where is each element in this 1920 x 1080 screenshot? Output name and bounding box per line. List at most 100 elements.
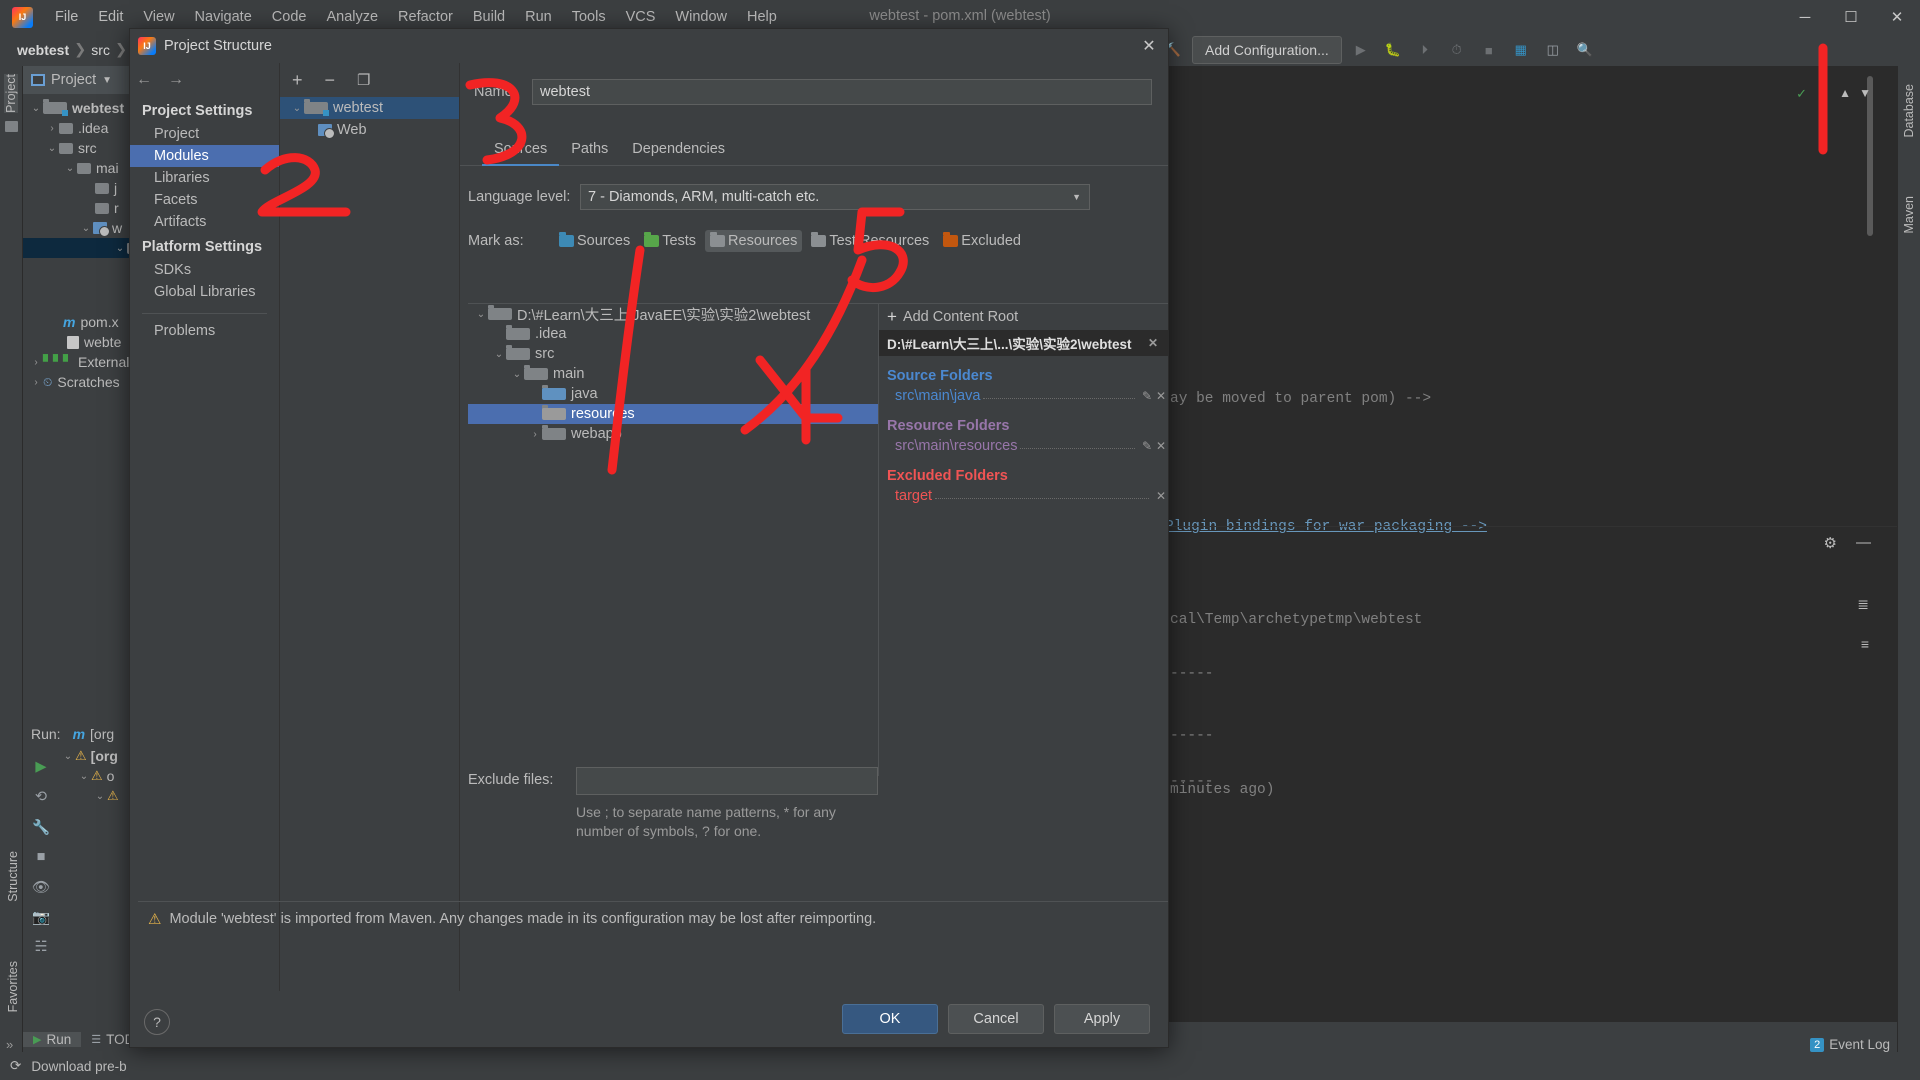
minimize-button[interactable]: ─ (1782, 0, 1828, 34)
excluded-folder-item[interactable]: target ✕ (879, 486, 1168, 506)
add-configuration-button[interactable]: Add Configuration... (1192, 36, 1342, 64)
maximize-button[interactable]: ☐ (1828, 0, 1874, 34)
strip-favorites[interactable]: Favorites (6, 961, 20, 1012)
apply-button[interactable]: Apply (1054, 1004, 1150, 1034)
chevron-down-icon[interactable]: ▼ (102, 75, 112, 86)
menu-build[interactable]: Build (463, 5, 515, 29)
resource-folder-item[interactable]: src\main\resources ✎ ✕ (879, 436, 1168, 456)
expand-arrow-icon[interactable]: › (528, 429, 542, 440)
event-log-button[interactable]: 2 Event Log (1810, 1037, 1890, 1052)
folder-icon[interactable] (5, 120, 18, 132)
expand-arrow-icon[interactable]: ⌄ (474, 309, 488, 320)
nav-item-facets[interactable]: Facets (130, 189, 279, 211)
content-root-path-row[interactable]: D:\#Learn\大三上\...\实验\实验2\webtest ✕ (879, 330, 1168, 356)
menu-edit[interactable]: Edit (88, 5, 133, 29)
run-icon[interactable]: ▶ (1348, 38, 1374, 62)
nav-item-sdks[interactable]: SDKs (130, 259, 279, 281)
console-minimize-icon[interactable]: — (1856, 534, 1871, 551)
coverage-icon[interactable]: ⏵ (1412, 38, 1438, 62)
console-scroll-icon[interactable]: ≡ (1861, 636, 1869, 652)
expand-arrow-icon[interactable]: › (29, 357, 43, 368)
cancel-button[interactable]: Cancel (948, 1004, 1044, 1034)
tab-dependencies[interactable]: Dependencies (620, 137, 737, 165)
menu-help[interactable]: Help (737, 5, 787, 29)
menu-run[interactable]: Run (515, 5, 562, 29)
console-settings-icon[interactable]: ⚙ (1824, 534, 1837, 552)
expand-strip-icon[interactable]: » (6, 1037, 13, 1052)
menu-navigate[interactable]: Navigate (185, 5, 262, 29)
menu-analyze[interactable]: Analyze (316, 5, 388, 29)
menu-refactor[interactable]: Refactor (388, 5, 463, 29)
database-icon[interactable]: ▦ (1508, 38, 1534, 62)
screenshot-icon[interactable]: 📷 (23, 902, 59, 932)
edit-pencil-icon[interactable]: ✎ (1140, 389, 1154, 403)
ok-button[interactable]: OK (842, 1004, 938, 1034)
folder-row-webapp[interactable]: › webapp (468, 424, 878, 444)
mark-as-test-resources-button[interactable]: Test Resources (806, 230, 934, 252)
copy-module-button[interactable]: ❐ (357, 71, 370, 89)
remove-module-button[interactable]: − (325, 70, 336, 91)
add-content-root-button[interactable]: + Add Content Root (879, 304, 1168, 330)
expand-arrow-icon[interactable]: ⌄ (29, 103, 43, 114)
remove-folder-icon[interactable]: ✕ (1154, 439, 1168, 453)
expand-arrow-icon[interactable]: › (29, 377, 43, 388)
rerun-icon[interactable]: ▶ (23, 752, 59, 782)
folder-row-java[interactable]: java (468, 384, 878, 404)
search-icon[interactable]: 🔍 (1572, 38, 1598, 62)
dialog-close-button[interactable]: ✕ (1136, 35, 1162, 57)
folder-row-src[interactable]: ⌄ src (468, 344, 878, 364)
folder-row-root[interactable]: ⌄ D:\#Learn\大三上\JavaEE\实验\实验2\webtest (468, 304, 878, 324)
edit-pencil-icon[interactable]: ✎ (1140, 439, 1154, 453)
nav-item-global-libraries[interactable]: Global Libraries (130, 281, 279, 303)
forward-arrow-icon[interactable]: → (168, 71, 184, 89)
expand-arrow-icon[interactable]: ⌄ (93, 791, 107, 802)
expand-arrow-icon[interactable]: ⌄ (492, 349, 506, 360)
content-folder-tree[interactable]: ⌄ D:\#Learn\大三上\JavaEE\实验\实验2\webtest .i… (468, 303, 878, 776)
menu-code[interactable]: Code (262, 5, 317, 29)
mark-as-excluded-button[interactable]: Excluded (938, 230, 1026, 252)
stop-icon[interactable]: ■ (1476, 38, 1502, 62)
exclude-files-input[interactable] (576, 767, 878, 796)
strip-project[interactable]: Project (4, 74, 18, 113)
mark-as-tests-button[interactable]: Tests (639, 230, 701, 252)
breadcrumb-webtest[interactable]: webtest (14, 42, 72, 58)
nav-item-libraries[interactable]: Libraries (130, 167, 279, 189)
layout-icon[interactable]: ◫ (1540, 38, 1566, 62)
rerun-failed-icon[interactable]: ⟲ (23, 782, 59, 812)
back-arrow-icon[interactable]: ← (136, 71, 152, 89)
folder-row-resources[interactable]: resources (468, 404, 878, 424)
next-problem-icon[interactable]: ▼ (1859, 86, 1871, 100)
source-folder-item[interactable]: src\main\java ✎ ✕ (879, 386, 1168, 406)
expand-arrow-icon[interactable]: ⌄ (79, 223, 93, 234)
folder-row-main[interactable]: ⌄ main (468, 364, 878, 384)
mark-as-resources-button[interactable]: Resources (705, 230, 803, 252)
mark-as-sources-button[interactable]: Sources (554, 230, 635, 252)
nav-item-problems[interactable]: Problems (130, 320, 279, 342)
menu-tools[interactable]: Tools (562, 5, 616, 29)
close-window-button[interactable]: ✕ (1874, 0, 1920, 34)
expand-arrow-icon[interactable]: ⌄ (63, 163, 77, 174)
expand-arrow-icon[interactable]: ⌄ (77, 771, 91, 782)
nav-item-artifacts[interactable]: Artifacts (130, 211, 279, 233)
expand-arrow-icon[interactable]: ⌄ (290, 103, 304, 114)
add-module-button[interactable]: + (292, 70, 303, 91)
breadcrumb-src[interactable]: src (88, 42, 113, 58)
expand-arrow-icon[interactable]: ⌄ (510, 369, 524, 380)
menu-vcs[interactable]: VCS (616, 5, 666, 29)
nav-item-modules[interactable]: Modules (130, 145, 279, 167)
dialog-title-bar[interactable]: Project Structure (130, 29, 1168, 63)
menu-file[interactable]: File (45, 5, 88, 29)
folder-row-idea[interactable]: .idea (468, 324, 878, 344)
language-level-select[interactable]: 7 - Diamonds, ARM, multi-catch etc. ▼ (580, 184, 1090, 210)
expand-arrow-icon[interactable]: › (45, 123, 59, 134)
strip-maven[interactable]: Maven (1902, 196, 1916, 234)
debug-icon[interactable]: 🐛 (1380, 38, 1406, 62)
settings-wrench-icon[interactable]: 🔧 (23, 812, 59, 842)
expand-arrow-icon[interactable]: ⌄ (113, 243, 127, 254)
nav-item-project[interactable]: Project (130, 123, 279, 145)
editor-scrollbar[interactable] (1867, 76, 1873, 236)
module-row-webtest[interactable]: ⌄ webtest (280, 97, 459, 119)
tab-paths[interactable]: Paths (559, 137, 620, 165)
strip-database[interactable]: Database (1902, 84, 1916, 138)
menu-view[interactable]: View (133, 5, 184, 29)
